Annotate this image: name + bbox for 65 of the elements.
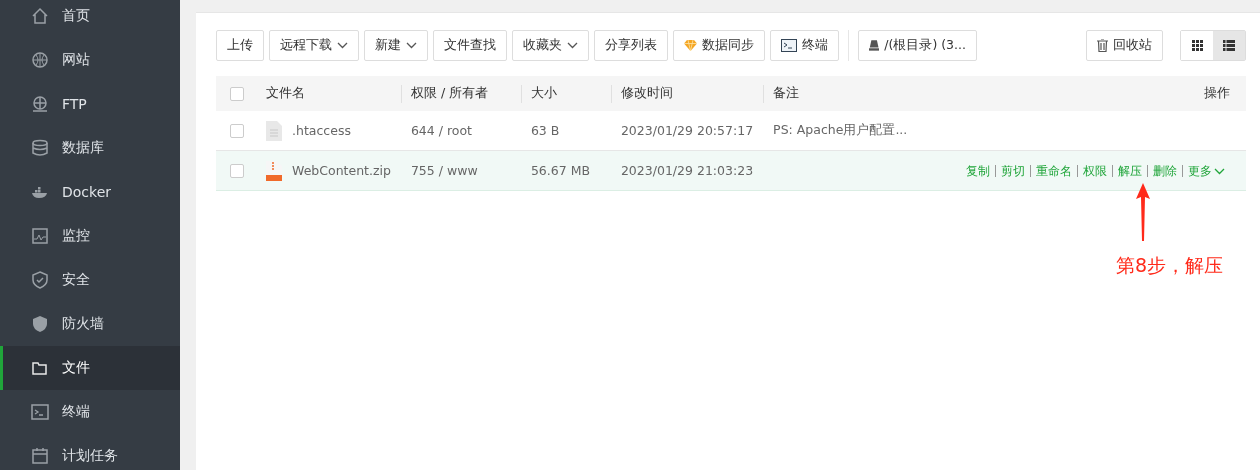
recycle-bin-button[interactable]: 回收站	[1086, 30, 1163, 61]
list-view-button[interactable]	[1213, 31, 1245, 60]
checkbox[interactable]	[230, 163, 244, 178]
shield-icon	[31, 271, 49, 289]
column-header: 修改时间	[610, 76, 764, 111]
database-icon	[31, 139, 49, 157]
sidebar-item[interactable]: FTP	[0, 82, 180, 126]
checkbox[interactable]	[230, 86, 244, 101]
file-row[interactable]: WebContent.zip 755 / www 56.67 MB 2023/01/29 21:03:23 复制 剪切 重命名 权限 解压 删除 更多	[216, 150, 1246, 191]
terminal-icon	[31, 403, 49, 421]
toolbar-button[interactable]: 终端	[770, 30, 839, 61]
column-header: 大小	[520, 76, 611, 111]
permission-cell: 755 / www	[400, 150, 521, 191]
size-cell: 63 B	[520, 111, 611, 151]
terminal-icon	[781, 39, 797, 52]
annotation-text: 第8步，解压	[1116, 253, 1224, 278]
chevron-icon	[337, 42, 348, 49]
file-name[interactable]: .htaccess	[292, 123, 351, 138]
sidebar-item[interactable]: 监控	[0, 214, 180, 258]
chevron-icon	[1214, 167, 1225, 175]
toolbar-button[interactable]: 数据同步	[673, 30, 765, 61]
permission-cell: 644 / root	[400, 111, 521, 151]
firewall-icon	[31, 315, 49, 333]
drive-icon	[869, 39, 880, 52]
modified-time-cell: 2023/01/29 21:03:23	[610, 150, 764, 191]
column-header: 文件名	[256, 76, 401, 111]
folder-icon	[31, 359, 49, 377]
sidebar-item[interactable]: 防火墙	[0, 302, 180, 346]
trash-icon	[1097, 39, 1108, 52]
calendar-icon	[31, 447, 49, 465]
monitor-icon	[31, 227, 49, 245]
sidebar-item[interactable]: 数据库	[0, 126, 180, 170]
sidebar-item[interactable]: Docker	[0, 170, 180, 214]
grid-icon	[1191, 40, 1203, 51]
ftp-icon	[31, 95, 49, 113]
home-icon	[31, 7, 49, 25]
size-cell: 56.67 MB	[520, 150, 611, 191]
path-button[interactable]: /(根目录) (3...	[858, 30, 977, 61]
column-header: 操作	[917, 76, 1246, 111]
toolbar-button[interactable]: 上传	[216, 30, 264, 61]
sidebar-item[interactable]: 首页	[0, 0, 180, 38]
zip-file-icon	[266, 160, 282, 181]
chevron-icon	[406, 42, 417, 49]
sidebar-item[interactable]: 终端	[0, 390, 180, 434]
toolbar-button[interactable]: 远程下载	[269, 30, 359, 61]
toolbar-button[interactable]: 新建	[364, 30, 428, 61]
toolbar-button[interactable]: 收藏夹	[512, 30, 589, 61]
file-row[interactable]: .htaccess 644 / root 63 B 2023/01/29 20:57:17 PS: Apache用户配置...	[216, 111, 1246, 151]
list-icon	[1223, 40, 1235, 51]
toolbar-button[interactable]: 分享列表	[594, 30, 668, 61]
modified-time-cell: 2023/01/29 20:57:17	[610, 111, 764, 151]
sidebar-item[interactable]: 文件	[0, 346, 180, 390]
sidebar-item[interactable]: 安全	[0, 258, 180, 302]
note-cell: PS: Apache用户配置...	[763, 111, 918, 151]
globe-icon	[31, 51, 49, 69]
document-icon	[266, 120, 282, 141]
sidebar-item[interactable]: 计划任务	[0, 434, 180, 470]
checkbox[interactable]	[230, 123, 244, 138]
column-header: 权限 / 所有者	[400, 76, 521, 111]
gem-icon	[684, 40, 697, 51]
annotation-arrow	[1135, 183, 1151, 241]
toolbar-button[interactable]: 文件查找	[433, 30, 507, 61]
chevron-icon	[567, 42, 578, 49]
sidebar-item[interactable]: 网站	[0, 38, 180, 82]
column-header: 备注	[763, 76, 918, 111]
